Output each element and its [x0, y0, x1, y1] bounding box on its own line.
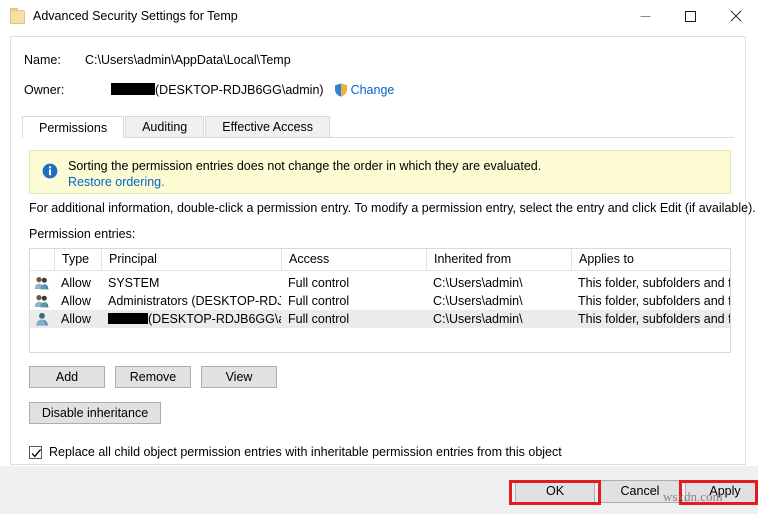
- banner-line-1: Sorting the permission entries does not …: [68, 159, 542, 173]
- tab-strip: Permissions Auditing Effective Access: [22, 115, 734, 138]
- cell-access: Full control: [288, 294, 350, 308]
- info-icon: [42, 163, 58, 179]
- cell-inherited-from: C:\Users\admin\: [433, 276, 523, 290]
- cell-principal: Administrators (DESKTOP-RDJ...: [108, 294, 281, 308]
- table-row[interactable]: Allow Administrators (DESKTOP-RDJ... Ful…: [30, 292, 730, 310]
- uac-shield-icon: [334, 83, 348, 97]
- column-header-applies-to[interactable]: Applies to: [571, 249, 730, 270]
- add-button[interactable]: Add: [29, 366, 105, 388]
- window-controls: [623, 0, 758, 32]
- change-owner-link[interactable]: Change: [351, 83, 395, 97]
- row-icon-cell: [30, 310, 54, 328]
- owner-account-text: (DESKTOP-RDJB6GG\admin): [155, 83, 324, 97]
- table-row[interactable]: Allow SYSTEM Full control C:\Users\admin…: [30, 274, 730, 292]
- remove-button[interactable]: Remove: [115, 366, 191, 388]
- owner-row: Owner: (DESKTOP-RDJB6GG\admin) Change: [11, 79, 745, 101]
- cell-inherited-from: C:\Users\admin\: [433, 312, 523, 326]
- cell-access: Full control: [288, 276, 350, 290]
- replace-child-permissions-checkbox[interactable]: [29, 445, 42, 459]
- cell-applies-to: This folder, subfolders and files: [578, 294, 730, 308]
- maximize-icon[interactable]: [668, 0, 713, 32]
- replace-child-permissions-label: Replace all child object permission entr…: [49, 445, 562, 459]
- permission-entries-table[interactable]: Type Principal Access Inherited from App…: [29, 248, 731, 353]
- disable-inheritance-button[interactable]: Disable inheritance: [29, 402, 161, 424]
- cell-access: Full control: [288, 312, 350, 326]
- title-bar: Advanced Security Settings for Temp: [0, 0, 758, 32]
- tab-permissions[interactable]: Permissions: [22, 116, 125, 138]
- name-row: Name: C:\Users\admin\AppData\Local\Temp: [11, 49, 745, 71]
- close-icon[interactable]: [713, 0, 758, 32]
- column-header-principal[interactable]: Principal: [101, 249, 281, 270]
- info-banner: Sorting the permission entries does not …: [29, 150, 731, 194]
- table-row[interactable]: Allow (DESKTOP-RDJB6GG\ad... Full contro…: [30, 310, 730, 328]
- apply-button[interactable]: Apply: [685, 480, 758, 503]
- owner-value: (DESKTOP-RDJB6GG\admin): [111, 83, 324, 97]
- restore-ordering-link[interactable]: Restore ordering.: [68, 174, 541, 190]
- cell-type: Allow: [61, 294, 91, 308]
- column-header-icon: [30, 249, 54, 270]
- minimize-icon[interactable]: [623, 0, 668, 32]
- owner-label: Owner:: [24, 83, 65, 97]
- user-icon: [34, 311, 50, 327]
- cell-principal: (DESKTOP-RDJB6GG\ad...: [101, 310, 281, 328]
- column-header-inherited-from[interactable]: Inherited from: [426, 249, 571, 270]
- tab-effective-access[interactable]: Effective Access: [205, 116, 331, 137]
- group-icon: [34, 275, 50, 291]
- ok-button[interactable]: OK: [515, 480, 595, 503]
- folder-icon: [9, 8, 25, 24]
- view-button[interactable]: View: [201, 366, 277, 388]
- dialog-footer: OK Cancel Apply: [0, 466, 758, 514]
- cell-type: Allow: [61, 312, 91, 326]
- permission-entries-label: Permission entries:: [29, 227, 136, 241]
- cell-applies-to: This folder, subfolders and files: [578, 276, 730, 290]
- row-icon-cell: [30, 274, 54, 292]
- dialog-body: Name: C:\Users\admin\AppData\Local\Temp …: [10, 36, 756, 465]
- column-header-type[interactable]: Type: [54, 249, 101, 270]
- principal-redaction-bar: [108, 313, 148, 324]
- row-icon-cell: [30, 292, 54, 310]
- table-header-row: Type Principal Access Inherited from App…: [30, 249, 730, 271]
- principal-text: (DESKTOP-RDJB6GG\ad...: [148, 312, 281, 326]
- name-label: Name:: [24, 53, 61, 67]
- helper-text: For additional information, double-click…: [29, 201, 756, 215]
- cell-principal: SYSTEM: [108, 276, 160, 290]
- owner-redaction-bar: [111, 83, 155, 95]
- cancel-button[interactable]: Cancel: [600, 480, 680, 503]
- cell-inherited-from: C:\Users\admin\: [433, 294, 523, 308]
- name-value: C:\Users\admin\AppData\Local\Temp: [85, 53, 291, 67]
- entry-action-buttons: Add Remove View: [29, 366, 277, 388]
- column-header-access[interactable]: Access: [281, 249, 426, 270]
- cell-type: Allow: [61, 276, 91, 290]
- cell-applies-to: This folder, subfolders and files: [578, 312, 730, 326]
- banner-text: Sorting the permission entries does not …: [68, 158, 541, 190]
- group-icon: [34, 293, 50, 309]
- window-title: Advanced Security Settings for Temp: [33, 9, 238, 23]
- replace-child-permissions-row[interactable]: Replace all child object permission entr…: [29, 445, 562, 459]
- tab-auditing[interactable]: Auditing: [125, 116, 205, 137]
